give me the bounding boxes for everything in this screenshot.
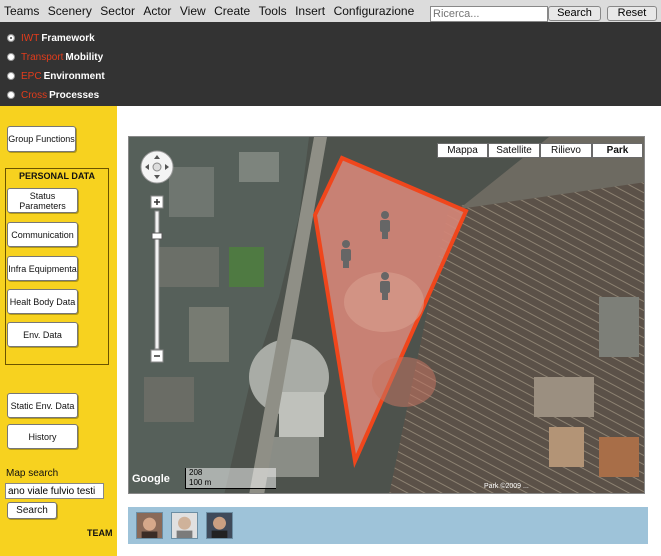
google-logo: Google	[132, 473, 170, 485]
radio-selected-icon[interactable]	[7, 34, 15, 42]
status-parameters-button[interactable]: Status Parameters	[7, 188, 78, 213]
person-marker-icon[interactable]	[378, 210, 392, 240]
team-member-avatar[interactable]	[206, 512, 233, 539]
team-member-avatar[interactable]	[171, 512, 198, 539]
map-imagery[interactable]	[129, 137, 645, 494]
reset-button[interactable]: Reset	[607, 6, 657, 21]
team-member-avatar[interactable]	[136, 512, 163, 539]
infra-equipment-button[interactable]: Infra Equipmenta	[7, 256, 78, 281]
framework-label: Processes	[49, 89, 100, 101]
person-marker-icon[interactable]	[339, 239, 353, 269]
radio-icon[interactable]	[7, 91, 15, 99]
person-marker-icon[interactable]	[378, 271, 392, 301]
map-type-satellite[interactable]: Satellite	[488, 143, 540, 158]
env-data-button[interactable]: Env. Data	[7, 322, 78, 347]
menu-insert[interactable]: Insert	[295, 0, 325, 18]
satellite-map[interactable]: Mappa Satellite Rilievo Park Google 208 …	[128, 136, 645, 494]
menu-bar: Teams Scenery Sector Actor View Create T…	[0, 0, 661, 23]
scale-meters: 100 m	[189, 478, 212, 487]
framework-prefix: Transport	[21, 51, 64, 63]
map-search-label: Map search	[6, 468, 59, 479]
framework-option-epc[interactable]: EPC Environment	[7, 68, 105, 84]
framework-label: Mobility	[65, 51, 104, 63]
personal-data-title: PERSONAL DATA	[18, 171, 95, 181]
menu-create[interactable]: Create	[214, 0, 250, 18]
framework-prefix: Cross	[21, 89, 48, 101]
menu-view[interactable]: View	[180, 0, 206, 18]
team-bar	[128, 507, 648, 544]
health-body-data-button[interactable]: Healt Body Data	[7, 289, 78, 314]
map-search-input[interactable]	[5, 483, 104, 499]
map-copyright: Park ©2009 ...	[484, 483, 529, 490]
static-env-data-button[interactable]: Static Env. Data	[7, 393, 78, 418]
team-label: TEAM	[87, 528, 113, 538]
pan-control-icon[interactable]	[139, 149, 175, 185]
menu-sector[interactable]: Sector	[100, 0, 135, 18]
map-type-mappa[interactable]: Mappa	[437, 143, 488, 158]
search-button[interactable]: Search	[548, 6, 601, 21]
communication-button[interactable]: Communication	[7, 222, 78, 247]
menu-actor[interactable]: Actor	[143, 0, 171, 18]
search-input[interactable]	[430, 6, 548, 22]
framework-option-transport[interactable]: Transport Mobility	[7, 49, 103, 65]
group-functions-button[interactable]: Group Functions	[7, 126, 76, 152]
menu-configurazione[interactable]: Configurazione	[334, 0, 415, 18]
menu-tools[interactable]: Tools	[259, 0, 287, 18]
scale-bar: 208 100 m	[185, 468, 276, 489]
framework-prefix: EPC	[21, 70, 42, 82]
framework-label: Framework	[41, 32, 95, 44]
sidebar: Group Functions PERSONAL DATA Status Par…	[0, 106, 117, 556]
framework-prefix: IWT	[21, 32, 40, 44]
menu-teams[interactable]: Teams	[4, 0, 39, 18]
zoom-slider[interactable]	[150, 195, 164, 365]
map-search-button[interactable]: Search	[7, 502, 57, 519]
map-type-rilievo[interactable]: Rilievo	[540, 143, 592, 158]
framework-option-cross[interactable]: Cross Processes	[7, 87, 99, 103]
map-type-park[interactable]: Park	[592, 143, 643, 158]
framework-label: Environment	[43, 70, 105, 82]
scale-feet: 208	[189, 468, 203, 477]
radio-icon[interactable]	[7, 53, 15, 61]
framework-option-iwt[interactable]: IWT Framework	[7, 30, 95, 46]
history-button[interactable]: History	[7, 424, 78, 449]
menu-scenery[interactable]: Scenery	[48, 0, 92, 18]
framework-selector: IWT Framework Transport Mobility EPC Env…	[0, 22, 661, 106]
radio-icon[interactable]	[7, 72, 15, 80]
